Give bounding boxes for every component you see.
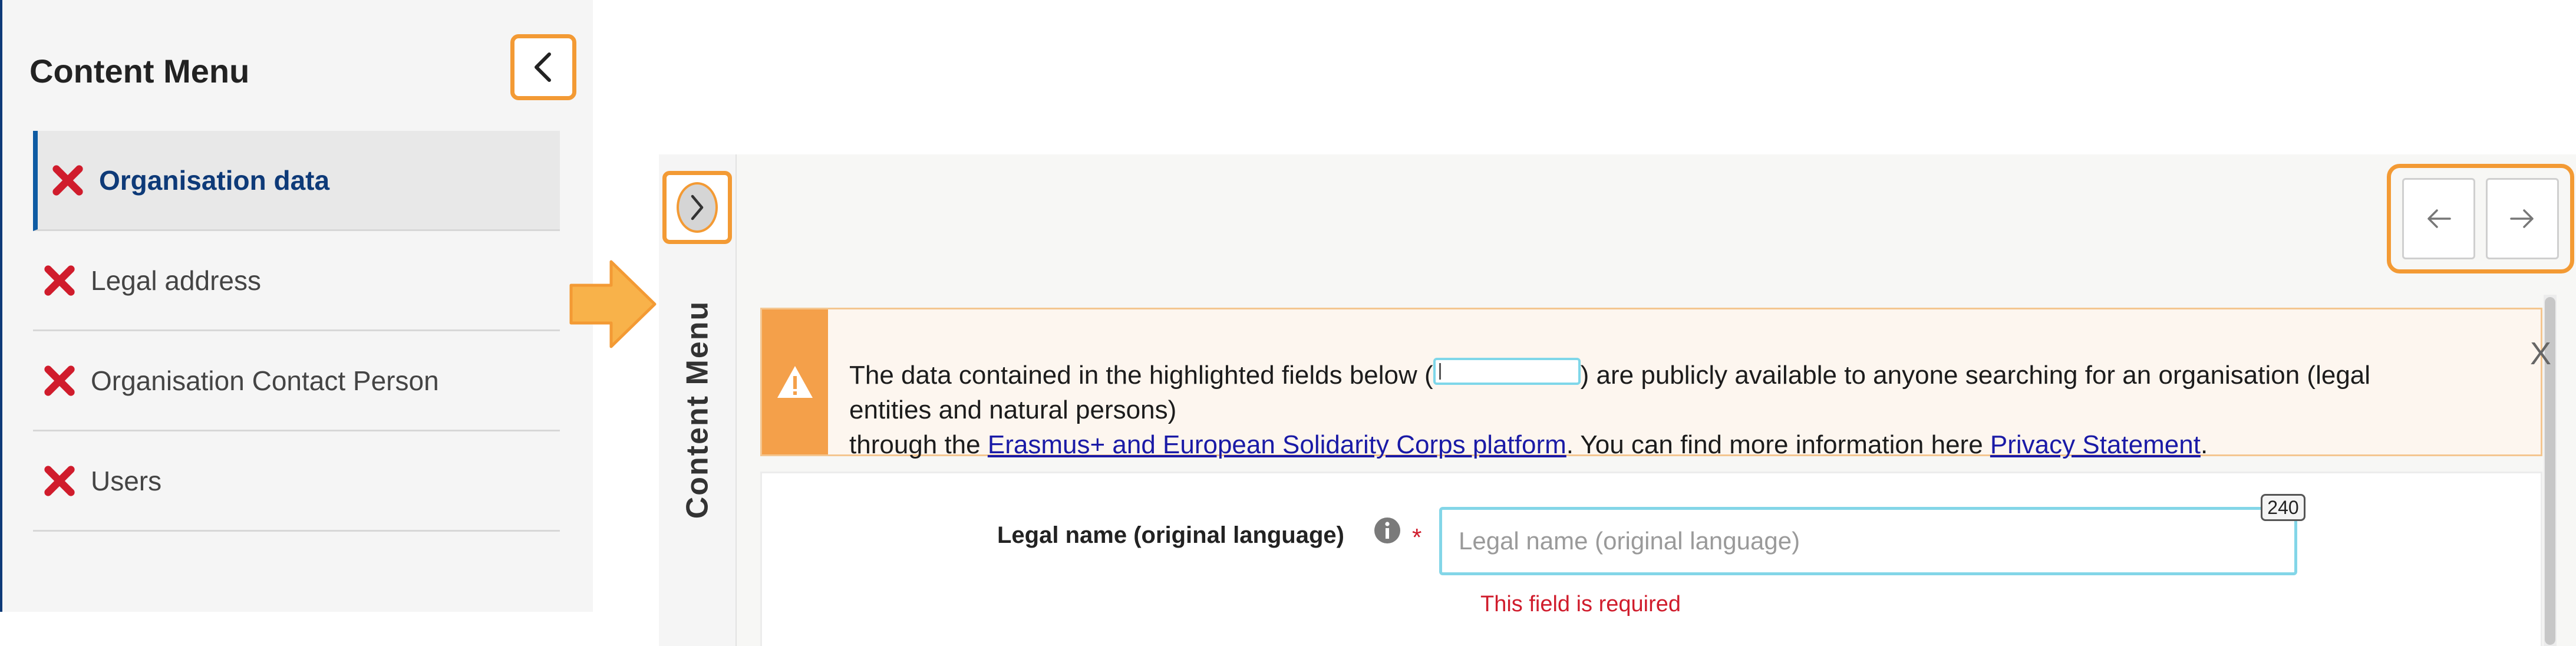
menu-item-legal-address[interactable]: Legal address [33, 231, 560, 331]
notice-text-part1: The data contained in the highlighted fi… [849, 361, 1433, 390]
legal-name-error: This field is required [1480, 592, 1681, 617]
highlighted-field-sample [1433, 358, 1581, 385]
expand-circle [677, 182, 718, 233]
chevron-right-icon [691, 195, 704, 220]
notice-text-end: . [2200, 430, 2208, 459]
collapse-menu-button[interactable] [510, 34, 576, 100]
legal-name-input[interactable] [1439, 507, 2297, 575]
warning-stripe [762, 309, 828, 454]
menu-item-users[interactable]: Users [33, 431, 560, 532]
arrow-right-indicator-icon [569, 260, 657, 348]
previous-page-button[interactable] [2402, 178, 2475, 259]
menu-item-organisation-data[interactable]: Organisation data [33, 131, 560, 231]
chevron-left-icon [535, 52, 551, 82]
expand-menu-button[interactable] [662, 171, 732, 244]
close-notice-button[interactable]: X [2530, 335, 2551, 372]
menu-item-label: Organisation data [99, 164, 330, 196]
public-data-notice: The data contained in the highlighted fi… [760, 308, 2551, 459]
menu-item-organisation-contact-person[interactable]: Organisation Contact Person [33, 331, 560, 431]
menu-item-label: Organisation Contact Person [91, 365, 439, 396]
notice-text-part4: . You can find more information here [1566, 430, 1983, 459]
page-navigation-group [2387, 164, 2574, 273]
red-x-icon [52, 164, 83, 196]
arrow-right-icon [2510, 209, 2534, 228]
menu-item-label: Legal address [91, 265, 261, 296]
red-x-icon [44, 265, 75, 296]
platform-link[interactable]: Erasmus+ and European Solidarity Corps p… [988, 430, 1566, 459]
character-counter: 240 [2261, 494, 2305, 521]
red-x-icon [44, 465, 75, 496]
menu-item-label: Users [91, 465, 162, 496]
next-page-button[interactable] [2486, 178, 2559, 259]
warning-triangle-icon [777, 366, 813, 398]
red-x-icon [44, 365, 75, 396]
collapsed-menu-title: Content Menu [677, 283, 718, 536]
info-icon[interactable] [1373, 516, 1401, 545]
menu-title: Content Menu [29, 52, 250, 90]
notice-text-part3: through the [849, 430, 981, 459]
legal-name-label: Legal name (original language) [997, 522, 1344, 548]
collapsed-menu-title-text: Content Menu [680, 300, 715, 519]
content-menu-list: Organisation data Legal address Organisa… [33, 131, 560, 532]
menu-panel-edge [0, 0, 2, 612]
required-marker: * [1412, 523, 1422, 551]
arrow-left-icon [2427, 209, 2451, 228]
privacy-statement-link[interactable]: Privacy Statement [1990, 430, 2201, 459]
notice-text: The data contained in the highlighted fi… [849, 358, 2440, 462]
